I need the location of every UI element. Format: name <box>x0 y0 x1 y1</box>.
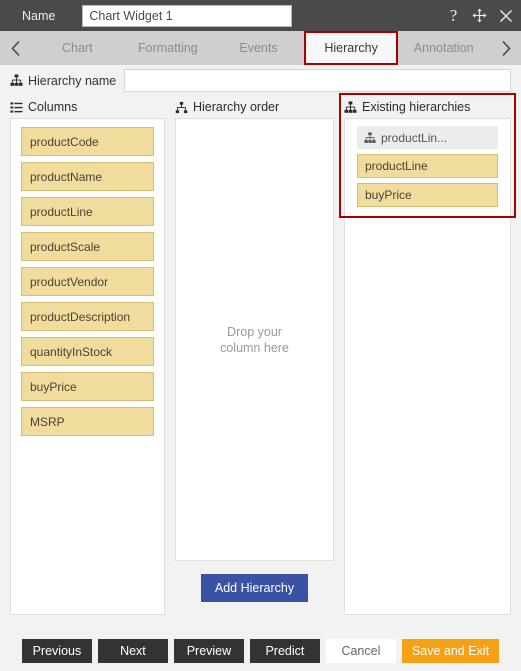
column-chip-label: productName <box>30 169 103 184</box>
column-chip[interactable]: productName <box>21 162 154 191</box>
titlebar-icon-group: ? <box>446 7 513 24</box>
existing-hierarchy-group: productLin... productLine buyPrice <box>345 119 510 207</box>
column-chip-label: buyPrice <box>30 379 77 394</box>
existing-hierarchy-item-label: productLine <box>365 159 428 173</box>
columns-panel-title: Columns <box>28 100 78 114</box>
existing-hierarchy-item[interactable]: buyPrice <box>357 183 498 207</box>
column-chip[interactable]: buyPrice <box>21 372 154 401</box>
tab-events[interactable]: Events <box>213 31 304 65</box>
tab-annotation-label: Annotation <box>413 41 474 55</box>
existing-hierarchy-item-label: buyPrice <box>365 188 412 202</box>
column-chip-label: MSRP <box>30 414 65 429</box>
name-label: Name <box>22 8 56 23</box>
tab-formatting[interactable]: Formatting <box>122 31 214 65</box>
hierarchy-name-label: Hierarchy name <box>28 73 117 88</box>
widget-name-input[interactable]: Chart Widget 1 <box>82 4 293 27</box>
tab-chart[interactable]: Chart <box>32 31 123 65</box>
column-chip-label: quantityInStock <box>30 344 113 359</box>
column-chip-label: productCode <box>30 134 99 149</box>
columns-list: productCode productName productLine prod… <box>11 119 164 436</box>
sitemap-icon <box>364 131 376 144</box>
column-chip[interactable]: productVendor <box>21 267 154 296</box>
tab-scroll-left-icon[interactable] <box>0 31 32 65</box>
existing-hierarchy-item[interactable]: productLine <box>357 154 498 178</box>
add-hierarchy-button[interactable]: Add Hierarchy <box>200 574 309 602</box>
hierarchy-order-title: Hierarchy order <box>193 100 280 114</box>
column-chip-label: productVendor <box>30 274 109 289</box>
tabs-strip: Chart Formatting Events Hierarchy Annota… <box>32 31 489 65</box>
previous-button[interactable]: Previous <box>21 638 92 663</box>
tab-annotation[interactable]: Annotation <box>398 31 489 65</box>
next-button[interactable]: Next <box>97 638 168 663</box>
columns-panel-header: Columns <box>10 96 165 118</box>
column-chip-label: productDescription <box>30 309 131 324</box>
tab-scroll-right-icon[interactable] <box>489 31 521 65</box>
hierarchy-name-input[interactable] <box>124 69 511 92</box>
hierarchy-order-dropzone[interactable]: Drop your column here <box>175 118 334 561</box>
column-chip-label: productScale <box>30 239 101 254</box>
existing-hierarchies-header: Existing hierarchies <box>344 96 511 118</box>
columns-panel-body: productCode productName productLine prod… <box>10 118 165 615</box>
dropzone-line-1: Drop your <box>227 324 282 339</box>
existing-hierarchies-body: productLin... productLine buyPrice <box>344 118 511 615</box>
hierarchy-order-header: Hierarchy order <box>175 96 334 118</box>
tab-hierarchy-label: Hierarchy <box>324 41 378 55</box>
preview-button[interactable]: Preview <box>173 638 244 663</box>
list-icon <box>10 101 23 114</box>
tab-bar: Chart Formatting Events Hierarchy Annota… <box>0 31 521 65</box>
column-chip-label: productLine <box>30 204 93 219</box>
hierarchy-order-panel: Hierarchy order Drop your column here Ad… <box>175 96 334 615</box>
tab-formatting-label: Formatting <box>138 41 198 55</box>
predict-button[interactable]: Predict <box>249 638 320 663</box>
add-hierarchy-button-wrap: Add Hierarchy <box>175 561 334 615</box>
column-chip[interactable]: productLine <box>21 197 154 226</box>
close-x-icon[interactable] <box>498 8 513 23</box>
hierarchy-panels: Columns productCode productName productL… <box>0 93 521 615</box>
widget-name-value: Chart Widget 1 <box>89 8 173 23</box>
tab-events-label: Events <box>239 41 278 55</box>
column-chip[interactable]: productCode <box>21 127 154 156</box>
hierarchy-name-label-group: Hierarchy name <box>10 74 116 88</box>
existing-hierarchies-title: Existing hierarchies <box>362 100 471 114</box>
columns-panel: Columns productCode productName productL… <box>10 96 165 615</box>
window-titlebar: Name Chart Widget 1 ? <box>0 0 521 31</box>
save-and-exit-button[interactable]: Save and Exit <box>401 638 500 663</box>
footer-button-bar: Previous Next Preview Predict Cancel Sav… <box>0 630 521 671</box>
sitemap-icon <box>344 100 357 114</box>
existing-hierarchy-group-header[interactable]: productLin... <box>357 126 498 149</box>
existing-hierarchy-group-name: productLin... <box>381 130 448 145</box>
hierarchy-icon <box>175 101 188 114</box>
cancel-button[interactable]: Cancel <box>325 638 396 663</box>
existing-hierarchies-panel: Existing hierarchies productLin... produ… <box>339 93 516 615</box>
sitemap-icon <box>10 74 23 87</box>
column-chip[interactable]: productScale <box>21 232 154 261</box>
tab-hierarchy[interactable]: Hierarchy <box>303 31 399 65</box>
hierarchy-name-row: Hierarchy name <box>0 65 521 96</box>
dropzone-placeholder: Drop your column here <box>176 119 333 560</box>
help-icon[interactable]: ? <box>446 7 461 24</box>
column-chip[interactable]: quantityInStock <box>21 337 154 366</box>
tab-chart-label: Chart <box>62 41 93 55</box>
dropzone-line-2: column here <box>220 340 289 355</box>
column-chip[interactable]: productDescription <box>21 302 154 331</box>
column-chip[interactable]: MSRP <box>21 407 154 436</box>
move-arrows-icon[interactable] <box>472 8 487 23</box>
